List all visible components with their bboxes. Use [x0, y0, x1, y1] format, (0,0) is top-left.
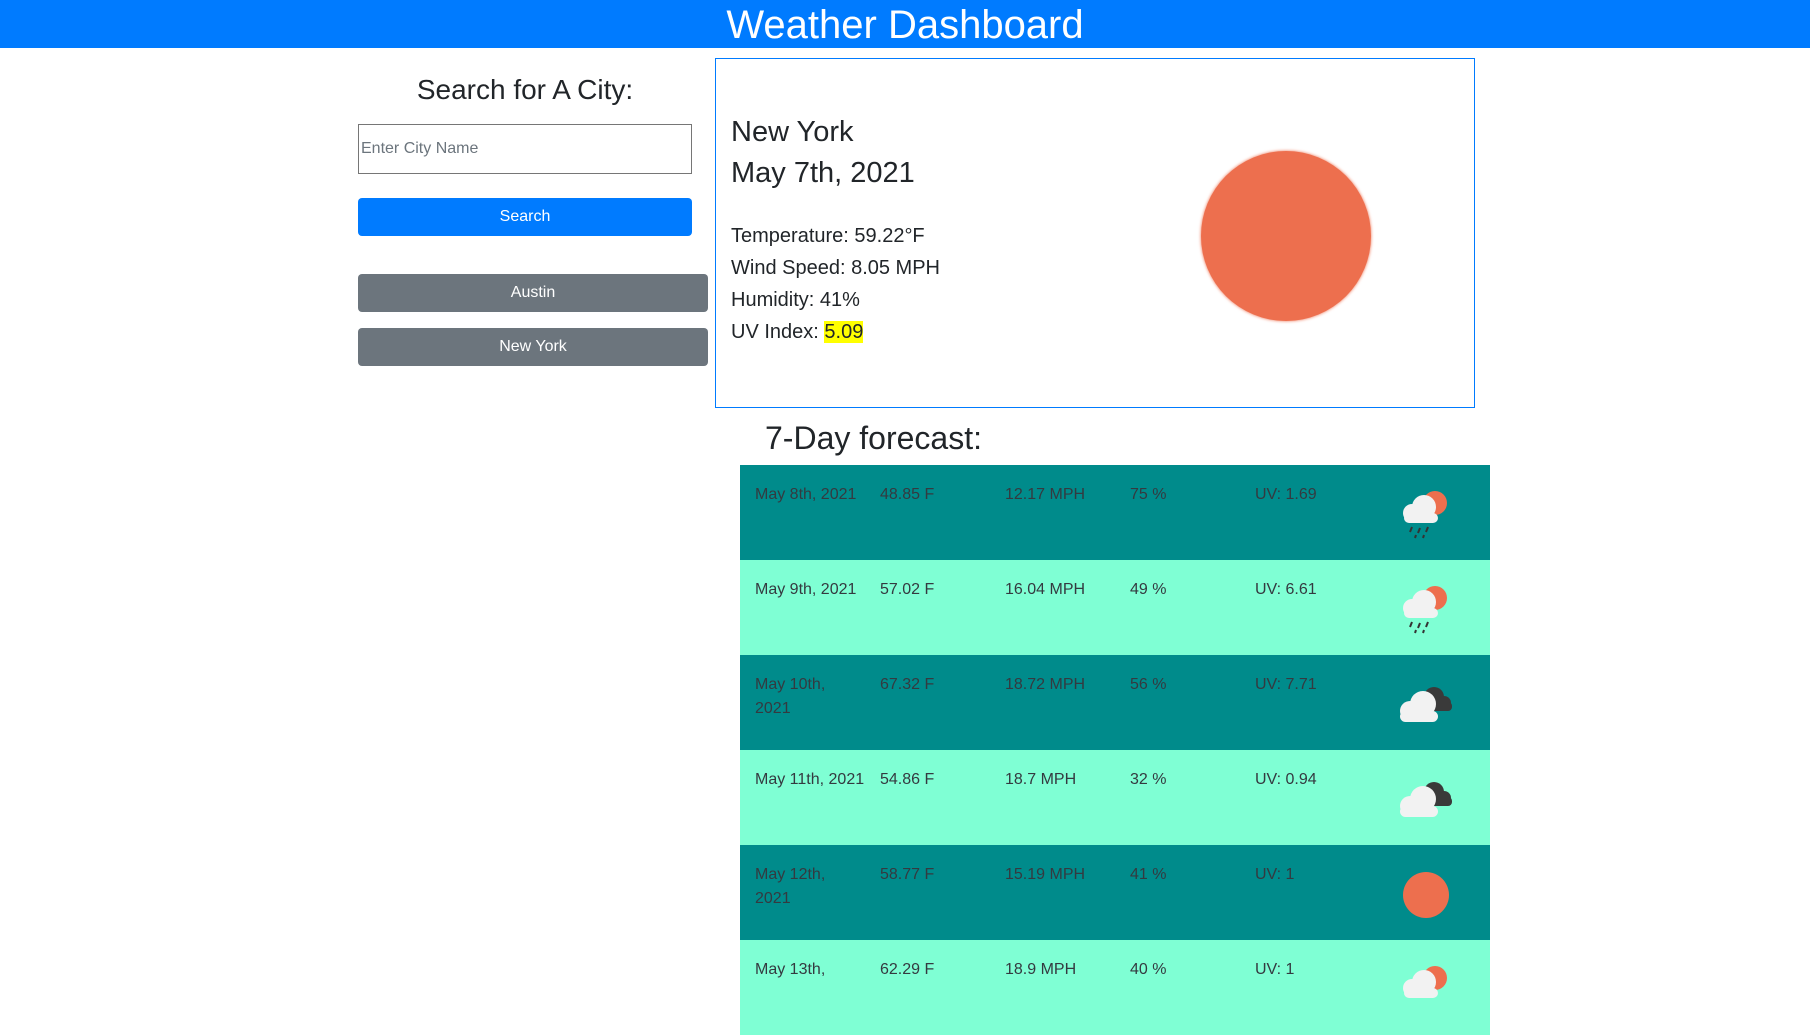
forecast-date: May 8th, 2021 [755, 486, 857, 503]
forecast-temp: 48.85 F [880, 486, 935, 503]
forecast-uv: UV: 6.61 [1255, 581, 1317, 598]
forecast-wind: 18.7 MPH [1005, 771, 1077, 788]
current-date: May 7th, 2021 [731, 157, 915, 189]
uv-index-label: UV Index: [731, 321, 825, 343]
forecast-temp: 57.02 F [880, 581, 935, 598]
sun-icon [1390, 857, 1462, 929]
forecast-row: May 12th, 2021 58.77 F 15.19 MPH 41 % UV… [740, 845, 1490, 940]
forecast-uv: UV: 7.71 [1255, 676, 1317, 693]
forecast-humidity: 56 % [1130, 676, 1167, 693]
forecast-list: May 8th, 2021 48.85 F 12.17 MPH 75 % UV:… [740, 465, 1490, 1035]
sun-icon [1201, 151, 1371, 321]
partly-sunny-icon [1390, 952, 1462, 1024]
forecast-uv: UV: 1 [1255, 961, 1295, 978]
forecast-row: May 9th, 2021 57.02 F 16.04 MPH 49 % UV:… [740, 560, 1490, 655]
forecast-temp: 62.29 F [880, 961, 935, 978]
forecast-humidity: 32 % [1130, 771, 1167, 788]
forecast-row: May 8th, 2021 48.85 F 12.17 MPH 75 % UV:… [740, 465, 1490, 560]
forecast-wind: 12.17 MPH [1005, 486, 1086, 503]
app-header: Weather Dashboard [0, 0, 1810, 48]
forecast-wind: 18.72 MPH [1005, 676, 1086, 693]
search-button[interactable]: Search [358, 198, 692, 236]
page-title: Weather Dashboard [726, 3, 1084, 47]
forecast-date: May 10th, 2021 [755, 676, 826, 717]
forecast-date: May 9th, 2021 [755, 581, 857, 598]
current-wind-speed: Wind Speed: 8.05 MPH [731, 257, 940, 279]
forecast-uv: UV: 1.69 [1255, 486, 1317, 503]
forecast-temp: 67.32 F [880, 676, 935, 693]
forecast-row: May 10th, 2021 67.32 F 18.72 MPH 56 % UV… [740, 655, 1490, 750]
forecast-humidity: 75 % [1130, 486, 1167, 503]
rain-sun-icon [1390, 572, 1462, 644]
current-city-name: New York [731, 116, 854, 148]
rain-sun-icon [1390, 477, 1462, 549]
forecast-wind: 16.04 MPH [1005, 581, 1086, 598]
uv-index-value: 5.09 [824, 321, 864, 343]
cloudy-icon [1390, 667, 1462, 739]
forecast-humidity: 40 % [1130, 961, 1167, 978]
forecast-humidity: 49 % [1130, 581, 1167, 598]
current-humidity: Humidity: 41% [731, 289, 860, 311]
history-city-button-new-york[interactable]: New York [358, 328, 708, 366]
current-uv-index: UV Index: 5.09 [731, 321, 864, 344]
forecast-temp: 58.77 F [880, 866, 935, 883]
forecast-row: May 11th, 2021 54.86 F 18.7 MPH 32 % UV:… [740, 750, 1490, 845]
forecast-heading: 7-Day forecast: [765, 420, 982, 456]
forecast-temp: 54.86 F [880, 771, 935, 788]
forecast-date: May 11th, 2021 [755, 771, 865, 788]
history-city-button-austin[interactable]: Austin [358, 274, 708, 312]
forecast-uv: UV: 0.94 [1255, 771, 1317, 788]
forecast-uv: UV: 1 [1255, 866, 1295, 883]
forecast-wind: 15.19 MPH [1005, 866, 1086, 883]
city-search-input[interactable] [358, 124, 692, 174]
current-temperature: Temperature: 59.22°F [731, 225, 925, 247]
search-heading: Search for A City: [416, 74, 634, 105]
cloudy-icon [1390, 762, 1462, 834]
forecast-wind: 18.9 MPH [1005, 961, 1077, 978]
current-weather-card: New York May 7th, 2021 Temperature: 59.2… [715, 58, 1475, 408]
forecast-date: May 13th, [755, 961, 826, 978]
forecast-humidity: 41 % [1130, 866, 1167, 883]
forecast-date: May 12th, 2021 [755, 866, 826, 907]
forecast-row: May 13th, 62.29 F 18.9 MPH 40 % UV: 1 [740, 940, 1490, 1035]
